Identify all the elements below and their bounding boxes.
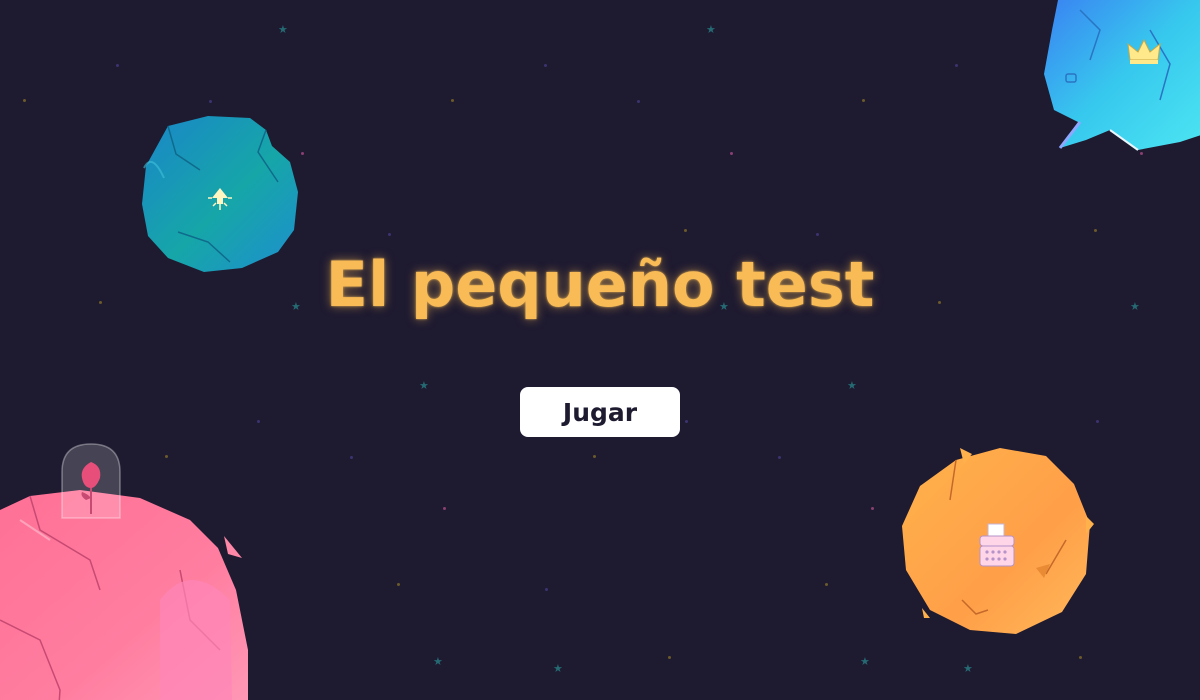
star-icon [778, 456, 781, 459]
lamplighter-lamp-icon [208, 188, 232, 210]
star-icon [116, 64, 119, 67]
star-icon [816, 233, 819, 236]
game-title: El pequeño test [325, 248, 875, 321]
star-icon [443, 507, 446, 510]
game-start-screen: ★ ★ ★ ★ ★ ★ ★ ★ ★ ★ ★ El pequeño test Ju… [0, 0, 1200, 700]
star-icon [1096, 420, 1099, 423]
star-icon [955, 64, 958, 67]
play-button[interactable]: Jugar [520, 387, 680, 437]
star-icon [593, 455, 596, 458]
star-icon [825, 583, 828, 586]
star-icon [257, 420, 260, 423]
star-icon: ★ [963, 662, 973, 675]
star-icon [397, 583, 400, 586]
star-icon: ★ [553, 662, 563, 675]
typewriter-icon [979, 523, 1015, 567]
star-icon: ★ [433, 655, 443, 668]
crown-icon [1127, 38, 1161, 64]
star-icon [1094, 229, 1097, 232]
star-icon [862, 99, 865, 102]
rose-under-glass-icon [61, 443, 121, 519]
star-icon [684, 229, 687, 232]
star-icon [871, 507, 874, 510]
star-icon: ★ [847, 379, 857, 392]
star-icon [637, 100, 640, 103]
star-icon [388, 233, 391, 236]
star-icon [685, 420, 688, 423]
pink-planet [0, 440, 260, 700]
star-icon [730, 152, 733, 155]
star-icon [668, 656, 671, 659]
star-icon [350, 456, 353, 459]
star-icon [209, 100, 212, 103]
star-icon [451, 99, 454, 102]
star-icon: ★ [278, 23, 288, 36]
cyan-planet [1040, 0, 1200, 160]
star-icon [544, 64, 547, 67]
star-icon [545, 588, 548, 591]
star-icon: ★ [419, 379, 429, 392]
star-icon [1079, 656, 1082, 659]
orange-planet [896, 444, 1102, 640]
star-icon [23, 99, 26, 102]
star-icon: ★ [706, 23, 716, 36]
star-icon: ★ [860, 655, 870, 668]
